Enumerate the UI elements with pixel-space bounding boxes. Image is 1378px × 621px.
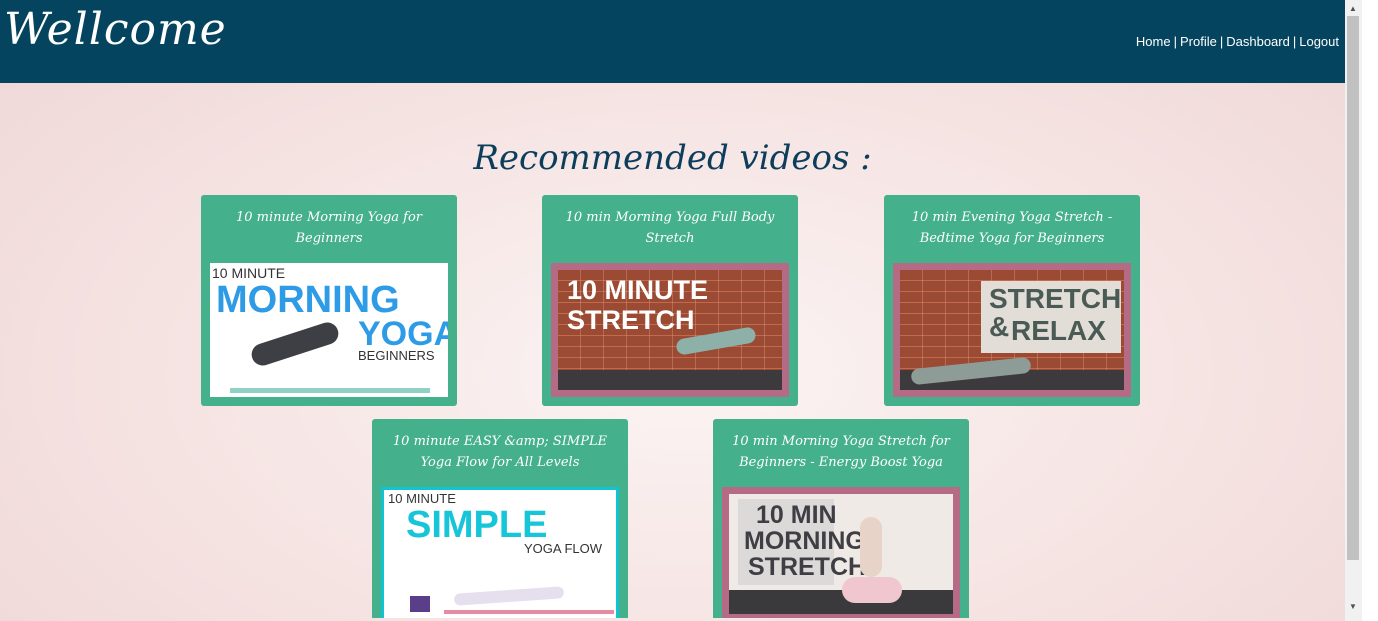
video-card[interactable]: 10 minute Morning Yoga for Beginners 10 … [201,195,457,406]
thumb-text: BEGINNERS [358,348,435,363]
thumb-text: 10 MIN [756,501,837,529]
top-header: Wellcome Home | Profile | Dashboard | Logout [0,0,1345,83]
scroll-up-arrow-icon[interactable]: ▲ [1347,2,1359,16]
nav-dashboard-link[interactable]: Dashboard [1226,34,1290,49]
video-card[interactable]: 10 min Morning Yoga Full Body Stretch 10… [542,195,798,406]
nav-profile-link[interactable]: Profile [1180,34,1217,49]
video-card[interactable]: 10 min Evening Yoga Stretch - Bedtime Yo… [884,195,1140,406]
floor [729,590,953,614]
window-edge [1362,0,1378,621]
nav-separator: | [1292,34,1297,49]
nav-separator: | [1219,34,1224,49]
video-title: 10 min Morning Yoga Stretch for Beginner… [732,434,950,470]
video-card[interactable]: 10 minute EASY &amp; SIMPLE Yoga Flow fo… [372,419,628,618]
page: Wellcome Home | Profile | Dashboard | Logout R… [0,0,1345,618]
video-card[interactable]: 10 min Morning Yoga Stretch for Beginner… [713,419,969,618]
thumb-text: STRETCH [567,305,695,335]
yoga-figure [453,586,565,606]
yoga-figure [842,577,902,603]
nav-logout-link[interactable]: Logout [1299,34,1339,49]
yoga-mat [230,388,430,393]
brand-logo-text: Wellcome [4,4,227,55]
video-title: 10 minute Morning Yoga for Beginners [236,210,422,246]
section-title: Recommended videos : [473,138,872,178]
thumb-text: RELAX [1011,315,1106,346]
video-title: 10 min Evening Yoga Stretch - Bedtime Yo… [911,210,1113,246]
video-title: 10 min Morning Yoga Full Body Stretch [565,210,775,246]
nav-home-link[interactable]: Home [1136,34,1171,49]
yoga-block [410,596,430,612]
thumb-text: STRETCH [748,553,867,581]
video-thumbnail[interactable]: 10 MIN MORNING STRETCH [722,487,960,618]
thumb-text: MORNING [744,527,865,555]
yoga-figure [860,517,882,577]
thumb-text: MORNING [216,279,400,321]
vertical-scrollbar[interactable]: ▲ ▼ [1345,0,1378,621]
video-thumbnail[interactable]: STRETCH & RELAX [893,263,1131,397]
thumb-text: YOGA FLOW [524,541,603,556]
video-thumbnail[interactable]: 10 MINUTE STRETCH [551,263,789,397]
floor [558,370,782,390]
yoga-figure [248,319,342,369]
scroll-down-arrow-icon[interactable]: ▼ [1347,600,1359,614]
thumb-text: 10 MINUTE [567,275,709,305]
video-thumbnail[interactable]: 10 MINUTE SIMPLE YOGA FLOW [381,487,619,618]
video-title: 10 minute EASY &amp; SIMPLE Yoga Flow fo… [392,434,608,470]
thumb-text: 10 MINUTE [212,265,286,281]
video-thumbnail[interactable]: 10 MINUTE MORNING YOGA BEGINNERS [210,263,448,397]
yoga-mat [444,610,614,614]
thumb-text: YOGA [358,315,448,353]
nav-separator: | [1173,34,1177,49]
main-nav: Home | Profile | Dashboard | Logout [1136,34,1339,49]
thumb-text: SIMPLE [406,504,548,546]
scrollbar-thumb[interactable] [1347,16,1359,560]
